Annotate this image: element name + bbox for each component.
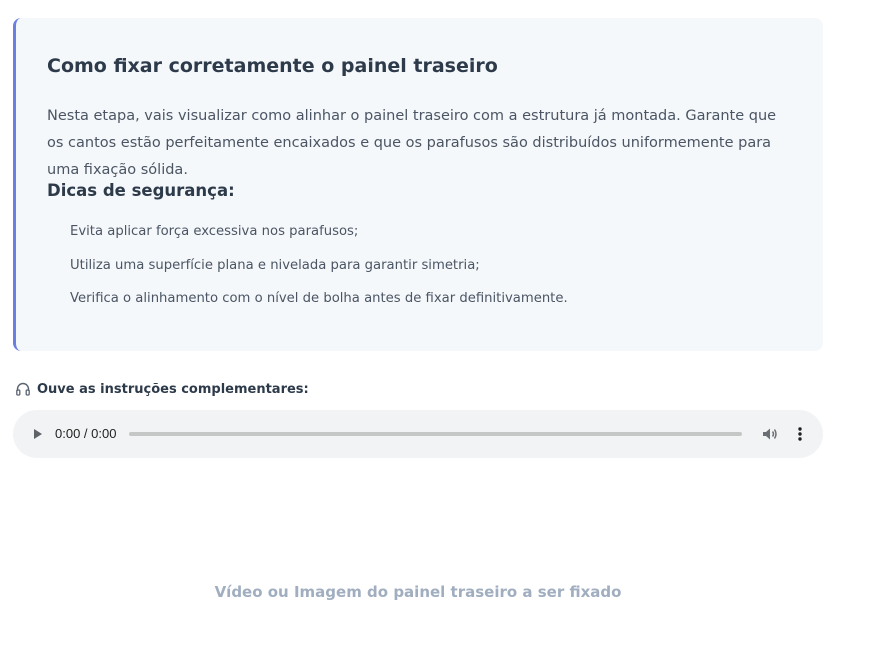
- more-vert-icon: [798, 427, 802, 441]
- media-placeholder-caption: Vídeo ou Imagem do painel traseiro a ser…: [214, 583, 622, 601]
- play-button[interactable]: [30, 426, 46, 442]
- card-description: Nesta etapa, vais visualizar como alinha…: [47, 108, 777, 178]
- play-icon: [34, 429, 42, 439]
- audio-player: 0:00 / 0:00: [13, 410, 823, 458]
- tip-item: Verifica o alinhamento com o nível de bo…: [70, 291, 568, 306]
- volume-icon: [763, 428, 777, 440]
- instructions-card: Como fixar corretamente o painel traseir…: [13, 18, 823, 351]
- volume-button[interactable]: [761, 425, 779, 443]
- headphones-icon: [15, 381, 31, 397]
- card-title: Como fixar corretamente o painel traseir…: [47, 55, 498, 77]
- tip-item: Utiliza uma superfície plana e nivelada …: [70, 257, 480, 273]
- audio-label-text: Ouve as instruções complementares:: [37, 381, 309, 397]
- more-options-button[interactable]: [791, 425, 809, 443]
- time-display: 0:00 / 0:00: [55, 426, 117, 441]
- tips-title: Dicas de segurança:: [47, 181, 235, 200]
- audio-label: Ouve as instruções complementares:: [15, 381, 309, 397]
- tip-item: Evita aplicar força excessiva nos parafu…: [70, 224, 359, 239]
- audio-progress-bar[interactable]: [129, 432, 742, 436]
- tips-list: Evita aplicar força excessiva nos parafu…: [70, 221, 568, 322]
